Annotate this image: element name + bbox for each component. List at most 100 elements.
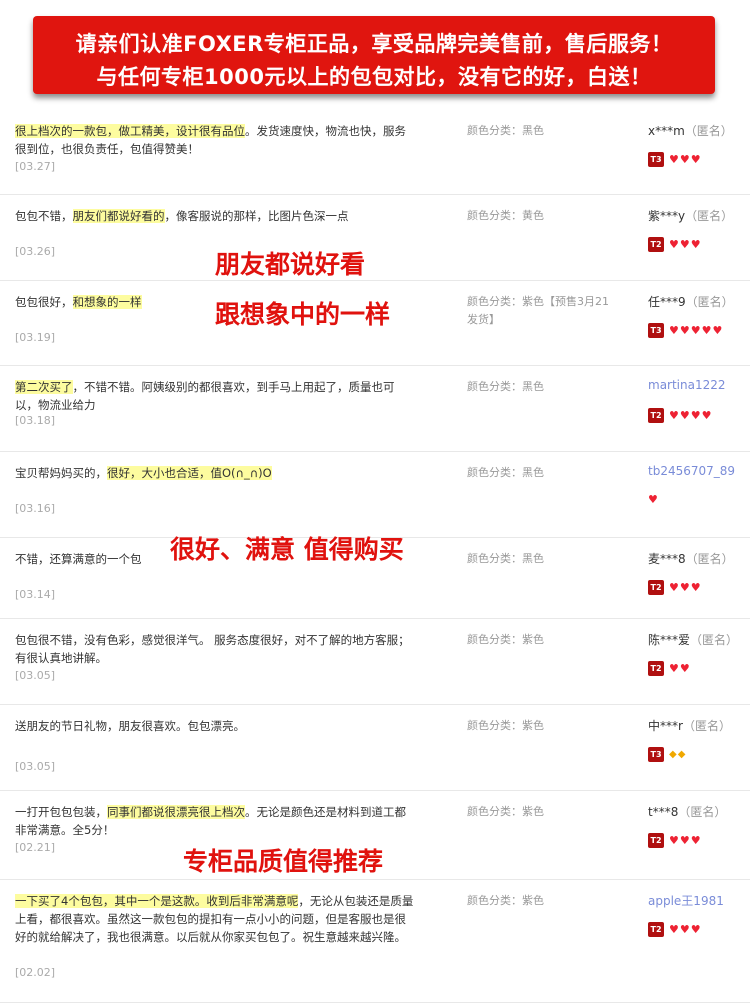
review-date: [03.26] [15, 245, 56, 258]
heart-icon: ♥ [679, 580, 690, 594]
review-date: [03.19] [15, 331, 56, 344]
heart-icon: ♥ [690, 922, 701, 936]
level-badge: T2 [648, 661, 664, 676]
highlighted-text: 同事们都说很漂亮很上档次 [107, 805, 245, 819]
review-text: 宝贝帮妈妈买的，很好，大小也合适，值O(∩_∩)O [15, 464, 415, 482]
reviewer-name: 陈***爱（匿名） [648, 631, 738, 648]
highlighted-text: 很好，大小也合适，值O(∩_∩)O [107, 466, 272, 480]
review-date: [02.02] [15, 966, 56, 979]
review-text: 很上档次的一款包，做工精美，设计很有品位。发货速度快，物流也快，服务很到位，也很… [15, 122, 415, 158]
review-row: 包包很不错，没有色彩，感觉很洋气。 服务态度很好，对不了解的地方客服；有很认真地… [0, 619, 750, 705]
reviewer-username: x***m [648, 124, 685, 138]
promo-banner: 请亲们认准FOXER专柜正品，享受品牌完美售前，售后服务！ 与任何专柜1000元… [33, 16, 715, 94]
heart-icon: ♥ [669, 922, 679, 936]
reviewer-name: 紫***y（匿名） [648, 207, 733, 224]
review-text: 一下买了4个包包，其中一个是这款。收到后非常满意呢，无论从包装还是质量上看，都很… [15, 892, 415, 946]
review-text-segment: ，像客服说的那样，比图片色深一点 [164, 209, 349, 223]
heart-icon: ♥ [690, 833, 701, 847]
review-date: [02.21] [15, 841, 56, 854]
review-text-segment: 送朋友的节日礼物，朋友很喜欢。包包漂亮。 [15, 719, 245, 733]
heart-icon: ♥ [669, 237, 679, 251]
banner-line-2: 与任何专柜1000元以上的包包对比，没有它的好，白送！ [96, 65, 652, 89]
heart-icon: ♥ [669, 580, 679, 594]
review-row: 送朋友的节日礼物，朋友很喜欢。包包漂亮。 [03.05] 颜色分类：紫色 中***r（… [0, 705, 750, 791]
review-row: 一下买了4个包包，其中一个是这款。收到后非常满意呢，无论从包装还是质量上看，都很… [0, 880, 750, 1003]
heart-icon: ♥ [669, 152, 679, 166]
heart-icon: ♥ [669, 661, 679, 675]
reviewer-username: 陈***爱 [648, 633, 691, 647]
color-variant: 颜色分类：紫色 [467, 633, 544, 646]
heart-icon: ♥ [690, 237, 701, 251]
heart-icon: ♥ [701, 323, 712, 337]
reviewer-credit: T2 ♥ ♥ ♥ [648, 580, 701, 595]
review-date: [03.18] [15, 414, 56, 427]
level-badge: T2 [648, 922, 664, 937]
anonymous-label: （匿名） [678, 805, 727, 819]
reviewer-credit: T3 ♥ ♥ ♥ ♥ ♥ [648, 323, 722, 338]
reviewer-credit: T2 ♥ ♥ ♥ [648, 237, 701, 252]
reviewer-username: 紫***y [648, 209, 686, 223]
reviewer-name[interactable]: tb2456707_89 [648, 464, 735, 478]
reviewer-credit: T3 ◆ ◆ [648, 747, 685, 762]
highlighted-text: 很上档次的一款包，做工精美，设计很有品位 [15, 124, 245, 138]
anonymous-label: （匿名） [685, 552, 734, 566]
level-badge: T3 [648, 323, 664, 338]
overlay-caption: 跟想象中的一样 [215, 300, 391, 329]
review-text-segment: 包包很不错，没有色彩，感觉很洋气。 服务态度很好，对不了解的地方客服；有很认真地… [15, 633, 410, 665]
review-text-segment: 不错，还算满意的一个包 [15, 552, 142, 566]
review-row: 第二次买了，不错不错。阿姨级别的都很喜欢，到手马上用起了，质量也可以，物流业给力… [0, 366, 750, 452]
level-badge: T2 [648, 580, 664, 595]
heart-icon: ♥ [679, 152, 690, 166]
reviewer-name: 任***9（匿名） [648, 293, 734, 310]
heart-icon: ♥ [690, 408, 701, 422]
reviewer-username: t***8 [648, 805, 679, 819]
highlighted-text: 第二次买了 [15, 380, 73, 394]
heart-icon: ♥ [679, 922, 690, 936]
color-variant: 颜色分类：黄色 [467, 209, 544, 222]
level-badge: T2 [648, 237, 664, 252]
reviewer-credit: T3 ♥ ♥ ♥ [648, 152, 701, 167]
heart-icon: ♥ [690, 580, 701, 594]
diamond-icon: ◆ [677, 749, 686, 760]
reviewer-name: 中***r（匿名） [648, 717, 731, 734]
reviewer-name[interactable]: martina1222 [648, 378, 726, 392]
color-variant: 颜色分类：黑色 [467, 380, 544, 393]
level-badge: T3 [648, 747, 664, 762]
reviewer-username: 任***9 [648, 295, 686, 309]
reviewer-username: apple王1981 [648, 894, 724, 908]
heart-icon: ♥ [690, 152, 701, 166]
review-date: [03.05] [15, 760, 56, 773]
diamond-icon: ◆ [669, 749, 677, 760]
review-text-segment: 一打开包包包装， [15, 805, 107, 819]
review-date: [03.14] [15, 588, 56, 601]
reviewer-credit: T2 ♥ ♥ ♥ [648, 833, 701, 848]
review-text-segment: 包包不错， [15, 209, 73, 223]
color-variant: 颜色分类：紫色 [467, 805, 544, 818]
reviewer-credit: T2 ♥ ♥ ♥ [648, 922, 701, 937]
review-text-segment: 包包很好， [15, 295, 73, 309]
heart-icon: ♥ [669, 323, 679, 337]
review-text: 包包很不错，没有色彩，感觉很洋气。 服务态度很好，对不了解的地方客服；有很认真地… [15, 631, 415, 667]
heart-icon: ♥ [669, 408, 679, 422]
color-variant: 颜色分类：紫色【预售3月21发货】 [467, 295, 609, 326]
review-date: [03.16] [15, 502, 56, 515]
banner-line-1: 请亲们认准FOXER专柜正品，享受品牌完美售前，售后服务！ [75, 32, 673, 56]
reviewer-credit: T2 ♥ ♥ [648, 661, 690, 676]
review-text: 一打开包包包装，同事们都说很漂亮很上档次。无论是颜色还是材料到道工都非常满意。全… [15, 803, 415, 839]
anonymous-label: （匿名） [685, 209, 734, 223]
anonymous-label: （匿名） [685, 295, 734, 309]
reviewer-name: t***8（匿名） [648, 803, 726, 820]
highlighted-text: 和想象的一样 [72, 295, 142, 309]
color-variant: 颜色分类：紫色 [467, 719, 544, 732]
level-badge: T2 [648, 833, 664, 848]
heart-icon: ♥ [679, 408, 690, 422]
review-date: [03.05] [15, 669, 56, 682]
reviewer-name: 麦***8（匿名） [648, 550, 734, 567]
reviewer-username: 麦***8 [648, 552, 686, 566]
overlay-caption: 很好、满意 值得购买 [170, 535, 404, 564]
reviewer-name[interactable]: apple王1981 [648, 892, 724, 909]
reviewer-credit: ♥ [648, 494, 658, 506]
review-row: 宝贝帮妈妈买的，很好，大小也合适，值O(∩_∩)O [03.16] 颜色分类：黑色 t… [0, 452, 750, 538]
anonymous-label: （匿名） [690, 633, 739, 647]
review-text-segment: 宝贝帮妈妈买的， [15, 466, 107, 480]
